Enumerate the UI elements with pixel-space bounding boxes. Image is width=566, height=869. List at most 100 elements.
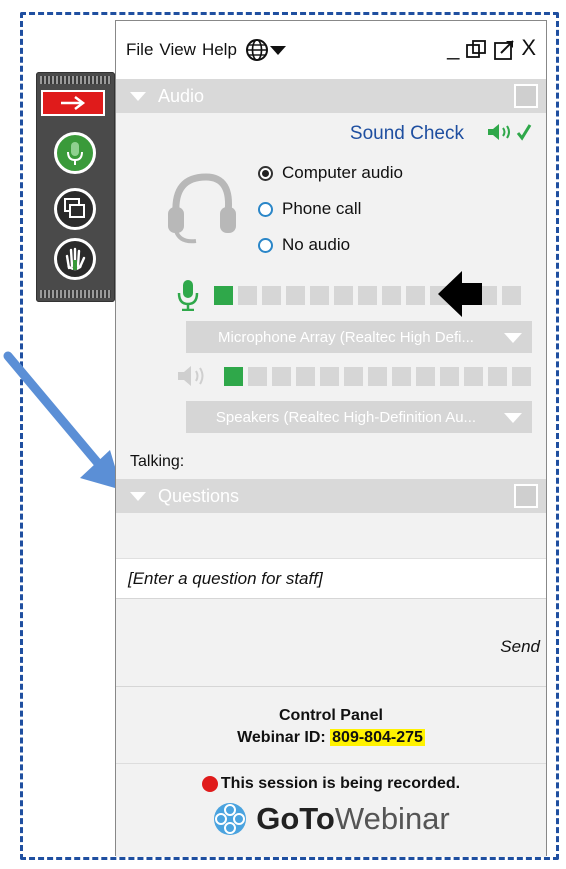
radio-label: Computer audio [282,163,403,182]
speaker-level-cells [224,366,531,386]
level-cell [382,285,401,305]
globe-icon [245,39,268,61]
speaker-icon [488,124,510,140]
footer-divider [116,763,546,764]
questions-popout-button[interactable] [514,484,538,508]
collapse-panel-button[interactable] [41,90,105,116]
mic-toggle-button[interactable] [54,132,96,174]
audio-section-title: Audio [158,85,205,106]
recording-notice-text: This session is being recorded. [220,775,461,792]
level-cell [512,366,531,386]
screen-sharing-button[interactable] [54,188,96,230]
minimize-button[interactable]: _ [447,35,459,61]
grab-tab[interactable] [36,72,115,302]
speaker-device-value: Speakers (Realtec High-Definition Au... [215,408,477,426]
question-compose-area[interactable]: Send [116,599,546,687]
radio-button[interactable] [258,201,273,217]
collapse-triangle-icon [130,491,146,501]
level-cell [502,285,521,305]
level-cell [344,366,363,386]
raise-hand-icon [65,247,86,271]
level-cell [248,366,267,386]
speaker-device-select[interactable]: Speakers (Realtec High-Definition Au... [186,401,532,433]
questions-log [116,513,546,559]
sound-check-status [486,123,532,141]
level-cell [286,285,305,305]
logo-goto-text: GoTo [256,801,335,836]
radio-phone-call[interactable]: Phone call [258,191,403,227]
level-cell [368,366,387,386]
level-cell [406,285,425,305]
collapse-triangle-icon [130,91,146,101]
grab-tab-ridges-top [40,76,111,84]
webinar-id-label: Webinar ID: [237,729,326,746]
raise-hand-button[interactable] [54,238,96,280]
window-controls: _ X [447,35,536,61]
speaker-level-meter [176,365,531,387]
question-input[interactable]: [Enter a question for staff] [116,559,546,599]
language-menu[interactable] [245,38,287,62]
level-cell [214,285,233,305]
chevron-down-icon [504,413,522,423]
arrow-right-icon [61,96,86,110]
radio-button[interactable] [258,237,273,253]
audio-popout-button[interactable] [514,84,538,108]
microphone-device-select[interactable]: Microphone Array (Realtec High Defi... [186,321,532,353]
control-panel-title: Control Panel [278,707,383,724]
microphone-icon [67,142,83,165]
microphone-icon [177,280,199,311]
level-cell [310,285,329,305]
level-cell [262,285,281,305]
webinar-id-line: Webinar ID: 809-804-275 [116,729,546,747]
level-cell [392,366,411,386]
menu-file[interactable]: File [126,40,153,60]
gotowebinar-logo: GoTo Webinar [116,801,546,837]
webinar-id-value: 809-804-275 [330,729,425,746]
annotation-black-arrow-icon [438,271,482,317]
radio-no-audio[interactable]: No audio [258,227,403,263]
screens-icon [64,198,85,218]
close-button[interactable]: X [521,35,536,61]
level-cell [224,366,243,386]
menu-view[interactable]: View [159,40,196,60]
radio-label: Phone call [282,199,362,218]
level-cell [320,366,339,386]
level-cell [464,366,483,386]
headset-icon [168,173,236,244]
restore-icon[interactable] [465,39,487,61]
level-cell [416,366,435,386]
audio-mode-radio-group: Computer audio Phone call No audio [258,155,403,263]
level-cell [334,285,353,305]
questions-section-title: Questions [158,485,240,506]
level-cell [272,366,291,386]
chevron-down-icon [269,46,286,55]
logo-webinar-text: Webinar [334,801,450,836]
control-panel: File View Help _ X Audio Sound Check Com… [115,20,547,857]
microphone-device-value: Microphone Array (Realtec High Defi... [218,328,474,346]
menu-bar: File View Help _ X [116,21,546,79]
radio-computer-audio[interactable]: Computer audio [258,155,403,191]
audio-section-header[interactable]: Audio [116,79,546,113]
speaker-icon [178,366,204,386]
sound-check-link[interactable]: Sound Check [350,123,464,145]
level-cell [440,366,459,386]
level-cell [488,366,507,386]
audio-body: Sound Check Computer audio Phone call No… [116,113,546,479]
level-cell [296,366,315,386]
questions-section-header[interactable]: Questions [116,479,546,513]
level-cell [238,285,257,305]
panel-footer: Control Panel Webinar ID: 809-804-275 Th… [116,687,546,857]
talking-label: Talking: [130,453,185,470]
recording-dot-icon [201,776,218,792]
send-button[interactable]: Send [500,637,540,657]
checkmark-icon [516,124,532,141]
chevron-down-icon [504,333,522,343]
level-cell [358,285,377,305]
menu-help[interactable]: Help [202,40,237,60]
recording-notice: This session is being recorded. [116,775,546,793]
popout-icon[interactable] [493,39,515,61]
radio-label: No audio [282,235,351,254]
radio-button-selected[interactable] [258,165,273,181]
gotowebinar-logo-icon [214,803,247,835]
grab-tab-ridges-bottom [40,290,111,298]
